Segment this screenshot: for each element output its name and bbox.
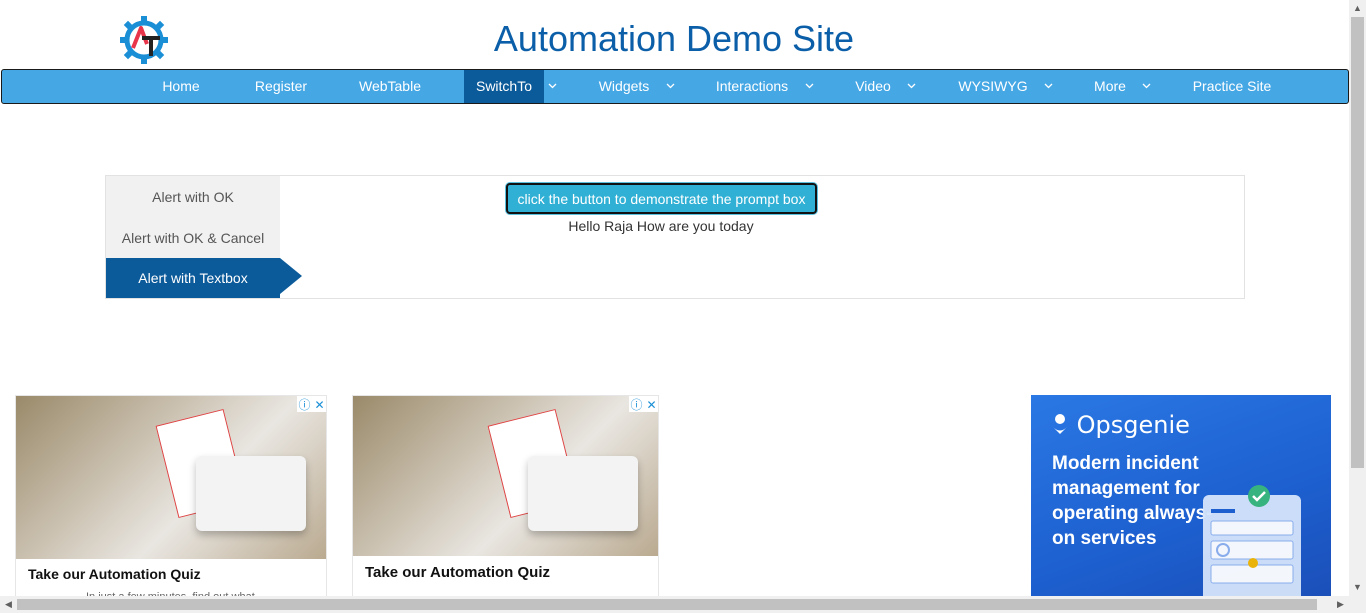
active-tab-pointer bbox=[280, 258, 302, 294]
ad-close-icon[interactable]: ✕ bbox=[644, 397, 658, 413]
nav-widgets[interactable]: Widgets bbox=[587, 70, 661, 103]
vertical-scrollbar[interactable]: ▲ ▼ bbox=[1349, 0, 1366, 596]
scroll-left-icon[interactable]: ◀ bbox=[0, 596, 17, 613]
more-chevron-down-icon[interactable] bbox=[1139, 70, 1153, 103]
ad-middle[interactable]: ⓘ ✕ Take our Automation Quiz bbox=[352, 395, 659, 600]
ad-left-controls: ⓘ ✕ bbox=[297, 396, 326, 413]
switchto-chevron-down-icon[interactable] bbox=[545, 70, 559, 103]
ad-left[interactable]: ⓘ✕ Take our Automation Quiz In just a fe… bbox=[15, 395, 327, 600]
interactions-chevron-down-icon[interactable] bbox=[802, 70, 816, 103]
horizontal-scroll-thumb[interactable] bbox=[17, 599, 1317, 610]
ad-left-title[interactable]: Take our Automation Quiz bbox=[28, 566, 201, 582]
ad-info-icon[interactable]: ⓘ bbox=[297, 397, 312, 413]
wysiwyg-chevron-down-icon[interactable] bbox=[1041, 70, 1055, 103]
scroll-down-icon[interactable]: ▼ bbox=[1349, 579, 1366, 596]
alert-tabs: Alert with OK Alert with OK & Cancel Ale… bbox=[106, 176, 280, 298]
nav-register[interactable]: Register bbox=[242, 70, 320, 103]
ad-left-printer bbox=[196, 456, 306, 531]
ad-left-image bbox=[16, 396, 326, 559]
nav-video[interactable]: Video bbox=[844, 70, 902, 103]
opsgenie-headline: Modern incident management for operating… bbox=[1052, 453, 1213, 549]
ad-middle-image bbox=[353, 396, 658, 556]
tab-alert-with-textbox[interactable]: Alert with Textbox bbox=[106, 258, 280, 298]
nav-practice-site[interactable]: Practice Site bbox=[1178, 70, 1286, 103]
nav-more[interactable]: More bbox=[1082, 70, 1138, 103]
vertical-scroll-thumb[interactable] bbox=[1351, 17, 1364, 468]
ad-middle-controls: ⓘ ✕ bbox=[629, 396, 658, 413]
nav-wysiwyg[interactable]: WYSIWYG bbox=[946, 70, 1040, 103]
horizontal-scrollbar[interactable]: ◀ ▶ bbox=[0, 596, 1366, 613]
video-chevron-down-icon[interactable] bbox=[904, 70, 918, 103]
page: Automation Demo Site Home Register WebTa… bbox=[0, 0, 1366, 613]
nav-webtable[interactable]: WebTable bbox=[346, 70, 434, 103]
alerts-panel: Alert with OK Alert with OK & Cancel Ale… bbox=[105, 175, 1245, 299]
prompt-result-text: Hello Raja How are you today bbox=[568, 218, 754, 234]
ad-middle-printer bbox=[528, 456, 638, 531]
ad-close-icon[interactable]: ✕ bbox=[312, 397, 326, 413]
tab-alert-with-ok[interactable]: Alert with OK bbox=[106, 177, 280, 217]
opsgenie-illustration bbox=[1203, 495, 1301, 600]
opsgenie-brand: Opsgenie bbox=[1076, 411, 1190, 439]
ad-info-icon[interactable]: ⓘ bbox=[629, 397, 644, 413]
check-badge-icon bbox=[1248, 485, 1270, 507]
tab-alert-with-ok-cancel[interactable]: Alert with OK & Cancel bbox=[106, 218, 280, 258]
site-title: Automation Demo Site bbox=[493, 18, 855, 59]
prompt-box-button[interactable]: click the button to demonstrate the prom… bbox=[506, 183, 817, 214]
widgets-chevron-down-icon[interactable] bbox=[663, 70, 677, 103]
ad-opsgenie[interactable]: Opsgenie Modern incident management for … bbox=[1031, 395, 1331, 600]
scroll-right-icon[interactable]: ▶ bbox=[1332, 596, 1349, 613]
nav-home[interactable]: Home bbox=[145, 70, 217, 103]
nav-switchto[interactable]: SwitchTo bbox=[464, 70, 544, 103]
main-navbar: Home Register WebTable SwitchTo Widgets … bbox=[1, 69, 1349, 104]
ad-middle-title[interactable]: Take our Automation Quiz bbox=[365, 564, 550, 581]
scroll-up-icon[interactable]: ▲ bbox=[1349, 0, 1366, 17]
nav-interactions[interactable]: Interactions bbox=[703, 70, 801, 103]
opsgenie-logo: Opsgenie bbox=[1051, 411, 1190, 439]
